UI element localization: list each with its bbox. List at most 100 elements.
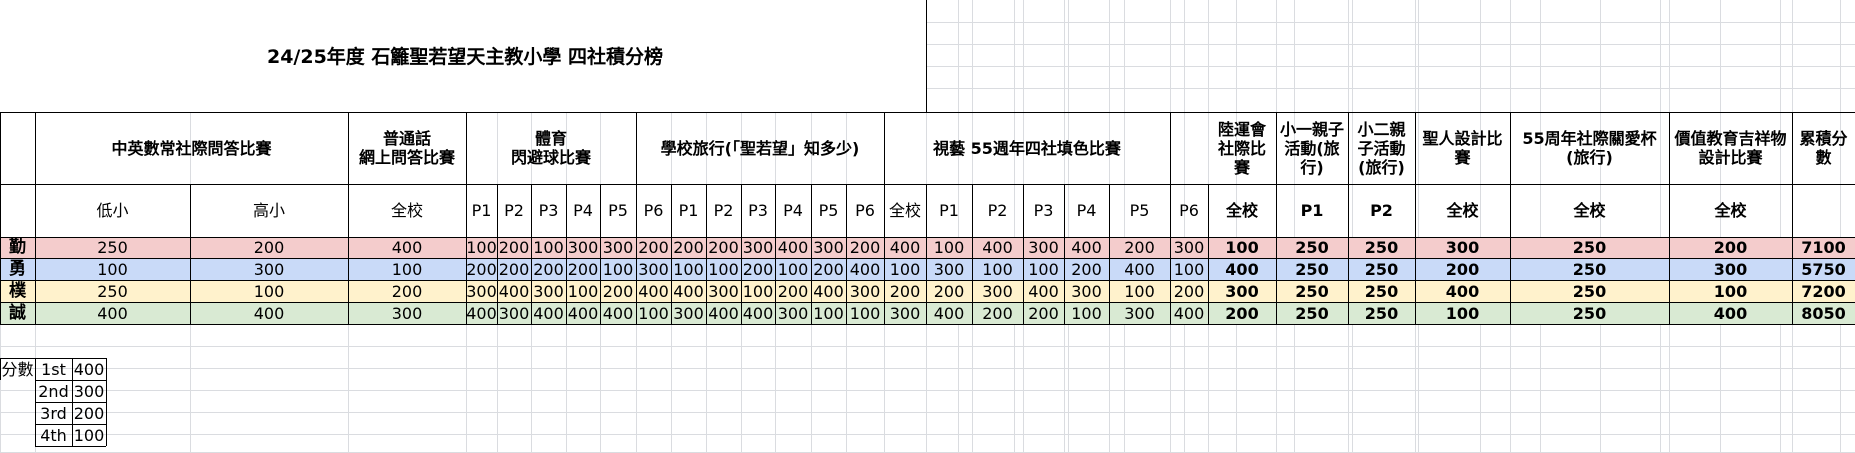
score-cell: 300 [846, 280, 884, 302]
score-cell: 8050 [1792, 302, 1855, 324]
score-cell: 100 [1170, 258, 1208, 280]
score-cell: 250 [1510, 302, 1669, 324]
cell-border [1510, 184, 1511, 324]
cell-border [0, 258, 1855, 259]
cell-border [1415, 184, 1416, 324]
score-cell: 100 [972, 258, 1023, 280]
subheader-cell: P2 [504, 201, 524, 220]
cell-border [1792, 112, 1793, 184]
score-cell: 400 [926, 302, 972, 324]
cell-border [35, 402, 106, 403]
cell-border [0, 112, 1855, 113]
score-cell: 250 [1348, 258, 1415, 280]
subheader-cell: 高小 [252, 201, 285, 220]
score-cell: 300 [466, 280, 497, 302]
score-cell: 250 [35, 237, 190, 258]
score-cell: 100 [1669, 280, 1792, 302]
score-rank: 4th [40, 425, 67, 445]
cell-border [1023, 184, 1024, 324]
score-cell: 100 [348, 258, 466, 280]
score-rank: 1st [41, 359, 66, 379]
score-cell: 400 [1109, 258, 1170, 280]
cell-border [0, 302, 1855, 303]
score-cell: 250 [1276, 237, 1348, 258]
subheader-cell: P2 [987, 201, 1008, 220]
score-cell: 400 [884, 237, 926, 258]
subheader-cell: P1 [939, 201, 959, 220]
cell-border [1170, 112, 1171, 184]
score-cell: 300 [884, 302, 926, 324]
score-cell: 300 [348, 302, 466, 324]
cell-border [1170, 184, 1171, 324]
score-cell: 250 [1348, 302, 1415, 324]
score-cell: 100 [466, 237, 497, 258]
score-cell: 400 [811, 280, 846, 302]
score-cell: 100 [706, 258, 741, 280]
header-g5: 視藝 55週年四社填色比賽 [933, 138, 1121, 158]
header-g12: 累積分數 [1799, 129, 1848, 167]
score-cell: 400 [566, 302, 600, 324]
score-cell: 200 [1023, 302, 1064, 324]
header-g9: 聖人設計比賽 [1422, 129, 1503, 167]
cell-border [1792, 184, 1793, 324]
cell-border [1276, 184, 1277, 324]
score-cell: 100 [531, 237, 566, 258]
header-g10: 55周年社際關愛杯(旅行) [1522, 129, 1657, 167]
cell-border [0, 280, 1855, 281]
cell-border [0, 358, 106, 359]
cell-border [926, 184, 927, 324]
score-table-label: 分數 [1, 359, 34, 379]
cell-border [35, 112, 36, 184]
gridline [0, 390, 1855, 391]
cell-border [72, 358, 73, 446]
score-cell: 300 [636, 258, 671, 280]
score-cell: 100 [1109, 280, 1170, 302]
score-cell: 400 [846, 258, 884, 280]
cell-border [1415, 112, 1416, 184]
cell-border [1064, 184, 1065, 324]
subheader-cell: P4 [783, 201, 803, 220]
score-cell: 7100 [1792, 237, 1855, 258]
cell-border [35, 380, 106, 381]
subheader-cell: P3 [748, 201, 768, 220]
cell-border [0, 184, 1855, 185]
score-cell: 400 [1208, 258, 1276, 280]
score-cell: 300 [1064, 280, 1109, 302]
score-cell: 300 [926, 258, 972, 280]
header-g7: 小一親子活動(旅行) [1280, 119, 1345, 177]
cell-border [884, 112, 885, 184]
cell-border [0, 237, 1855, 238]
gridline [0, 346, 1855, 347]
header-g3: 體育 閃避球比賽 [510, 129, 591, 167]
subheader-cell: P1 [1300, 201, 1324, 220]
score-cell: 400 [1170, 302, 1208, 324]
score-cell: 200 [1415, 258, 1510, 280]
score-rank: 2nd [38, 381, 69, 401]
score-cell: 200 [190, 237, 348, 258]
cell-border [811, 184, 812, 324]
score-cell: 200 [497, 258, 531, 280]
score-cell: 300 [741, 237, 775, 258]
score-cell: 400 [497, 280, 531, 302]
score-cell: 250 [1510, 280, 1669, 302]
score-cell: 300 [1415, 237, 1510, 258]
score-cell: 100 [926, 237, 972, 258]
cell-border [636, 112, 637, 184]
subheader-cell: P5 [818, 201, 839, 220]
cell-border [348, 112, 349, 184]
score-cell: 400 [775, 237, 811, 258]
cell-border [846, 184, 847, 324]
cell-border [1669, 184, 1670, 324]
score-cell: 100 [1064, 302, 1109, 324]
score-cell: 250 [1276, 280, 1348, 302]
cell-border [1208, 184, 1209, 324]
subheader-cell: 全校 [1573, 201, 1606, 220]
score-cell: 200 [741, 258, 775, 280]
score-cell: 400 [636, 280, 671, 302]
subheader-cell: P3 [538, 201, 559, 220]
cell-border [926, 0, 927, 112]
score-cell: 200 [1064, 258, 1109, 280]
score-cell: 400 [466, 302, 497, 324]
score-cell: 300 [566, 237, 600, 258]
score-cell: 200 [972, 302, 1023, 324]
